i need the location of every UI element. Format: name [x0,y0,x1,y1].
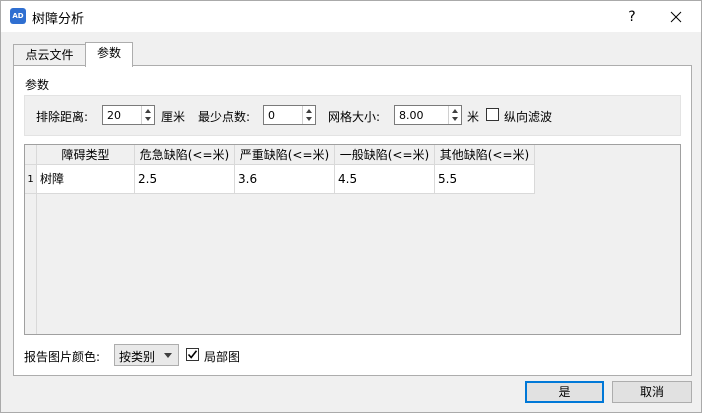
help-button[interactable]: ? [622,7,642,27]
grid-size-label: 网格大小: [328,110,381,124]
parameters-panel: 参数 排除距离: 20 厘米 最少点数: 0 网格大小: 8.00 米 纵向滤波… [13,65,692,376]
table-corner[interactable] [25,145,37,165]
app-icon: AD [10,8,26,24]
column-header-critical[interactable]: 危急缺陷(<=米) [135,145,235,165]
spin-arrows[interactable] [141,106,154,124]
column-header-obstacle-type[interactable]: 障碍类型 [37,145,135,165]
row-header[interactable]: 1 [25,165,37,194]
tab-point-cloud-files[interactable]: 点云文件 [13,44,86,66]
chevron-down-icon [164,353,172,358]
vertical-filter-label: 纵向滤波 [504,110,553,124]
column-header-general[interactable]: 一般缺陷(<=米) [335,145,435,165]
min-points-value: 0 [268,109,275,122]
min-points-spinbox[interactable]: 0 [263,105,316,125]
tab-parameters[interactable]: 参数 [85,42,133,67]
params-box: 排除距离: 20 厘米 最少点数: 0 网格大小: 8.00 米 纵向滤波 [24,95,681,136]
exclude-distance-spinbox[interactable]: 20 [102,105,155,125]
checkmark-icon [187,350,198,359]
ok-button[interactable]: 是 [525,381,604,403]
spin-up-icon[interactable] [145,109,151,113]
title-bar: AD 树障分析 ? [1,1,701,32]
min-points-label: 最少点数: [198,110,251,124]
cancel-button[interactable]: 取消 [612,381,692,403]
report-color-select[interactable]: 按类别 [114,344,179,366]
tree-obstacle-dialog: AD 树障分析 ? 点云文件 参数 参数 排除距离: 20 厘米 最少点数: 0… [0,0,702,413]
column-header-other[interactable]: 其他缺陷(<=米) [435,145,535,165]
spin-arrows[interactable] [448,106,461,124]
params-group-label: 参数 [25,78,50,92]
local-map-label: 局部图 [204,350,241,364]
window-title: 树障分析 [32,12,85,27]
spin-down-icon[interactable] [452,117,458,121]
report-color-label: 报告图片颜色: [24,350,101,364]
obstacle-table: 障碍类型 危急缺陷(<=米) 严重缺陷(<=米) 一般缺陷(<=米) 其他缺陷(… [24,144,681,335]
table-cell[interactable]: 5.5 [435,165,535,194]
exclude-distance-value: 20 [107,109,121,122]
grid-size-spinbox[interactable]: 8.00 [394,105,462,125]
close-icon [670,11,682,23]
grid-size-unit: 米 [467,110,480,124]
spin-up-icon[interactable] [306,109,312,113]
table-cell[interactable]: 3.6 [235,165,335,194]
close-button[interactable] [665,6,687,28]
spin-up-icon[interactable] [452,109,458,113]
row-header-column [25,194,37,334]
exclude-distance-unit: 厘米 [161,110,186,124]
exclude-distance-label: 排除距离: [36,110,89,124]
vertical-filter-checkbox[interactable] [486,108,499,121]
local-map-checkbox[interactable] [186,348,199,361]
table-cell[interactable]: 4.5 [335,165,435,194]
grid-size-value: 8.00 [399,109,424,122]
table-cell[interactable]: 树障 [37,165,135,194]
spin-down-icon[interactable] [306,117,312,121]
column-header-serious[interactable]: 严重缺陷(<=米) [235,145,335,165]
report-color-value: 按类别 [119,350,156,364]
spin-down-icon[interactable] [145,117,151,121]
spin-arrows[interactable] [302,106,315,124]
table-cell[interactable]: 2.5 [135,165,235,194]
